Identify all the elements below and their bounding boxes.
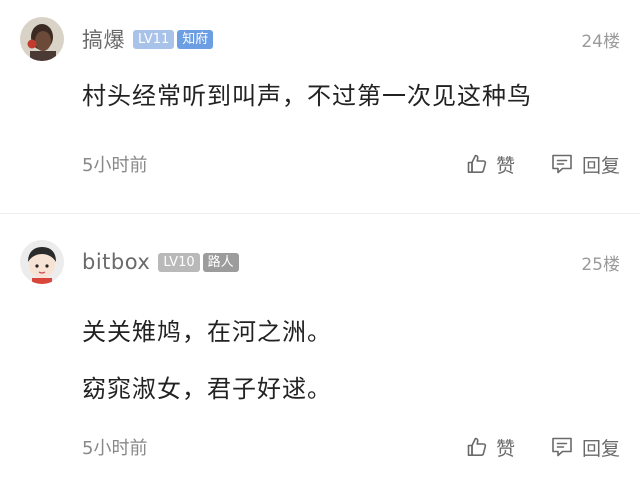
avatar[interactable] [20,240,64,284]
reply-button[interactable]: 回复 [549,151,620,178]
comment-footer: 5小时前 赞 回复 [82,149,620,179]
role-badge: 知府 [177,29,214,49]
like-button[interactable]: 赞 [465,434,515,461]
like-label: 赞 [495,154,515,177]
avatar[interactable] [20,17,64,61]
thumbs-up-icon [467,154,487,173]
comment-line: 村头经常听到叫声，不过第一次见这种鸟 [82,82,532,110]
reply-label: 回复 [581,437,620,460]
comment-text: 村头经常听到叫声，不过第一次见这种鸟 [82,76,620,111]
reply-bubble-icon [552,154,572,174]
comment-header: 搞爆 LV11 知府 24楼 [82,25,620,53]
reply-button[interactable]: 回复 [549,434,620,461]
like-label: 赞 [495,437,515,460]
username[interactable]: 搞爆 [82,24,125,54]
role-badge: 路人 [202,252,239,272]
reply-label: 回复 [581,154,620,177]
level-badge: LV10 [158,252,200,272]
comment-item: 搞爆 LV11 知府 24楼 村头经常听到叫声，不过第一次见这种鸟 5小时前 赞… [0,0,640,214]
timestamp: 5小时前 [82,438,148,459]
thumbs-up-icon [467,437,487,456]
timestamp: 5小时前 [82,155,148,176]
like-button[interactable]: 赞 [465,151,515,178]
level-badge: LV11 [133,29,175,49]
comment-header: bitbox LV10 路人 25楼 [82,248,620,276]
floor-number: 25楼 [581,254,620,275]
comment-footer: 5小时前 赞 回复 [82,432,620,462]
divider [0,213,640,214]
comment-line: 窈窕淑女，君子好逑。 [82,375,332,403]
reply-bubble-icon [552,437,572,457]
comment-line: 关关雉鸠，在河之洲。 [82,318,332,346]
comment-text: 关关雉鸠，在河之洲。 窈窕淑女，君子好逑。 [82,304,620,418]
username[interactable]: bitbox [82,250,150,274]
comment-item: bitbox LV10 路人 25楼 关关雉鸠，在河之洲。 窈窕淑女，君子好逑。… [0,222,640,481]
floor-number: 24楼 [581,31,620,52]
